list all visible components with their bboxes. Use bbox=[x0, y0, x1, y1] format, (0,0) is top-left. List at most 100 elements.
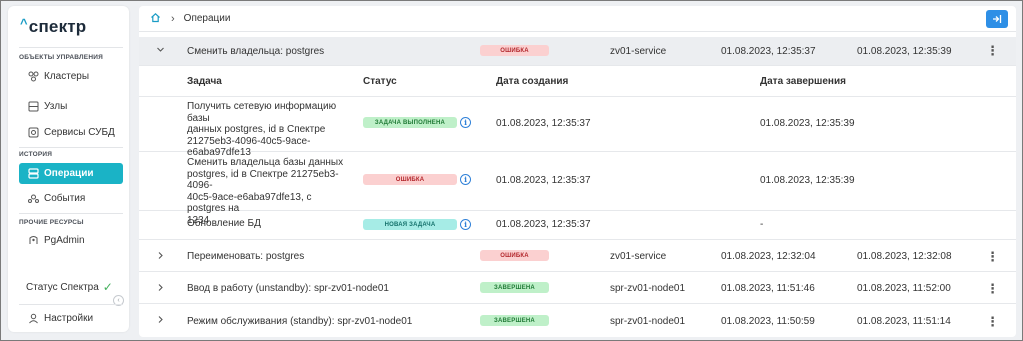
column-header-finished: Дата завершения bbox=[760, 76, 846, 87]
logo-text: спектр bbox=[28, 17, 87, 36]
task-description: Обновление БД bbox=[187, 218, 261, 229]
divider bbox=[19, 213, 123, 214]
task-description: Получить сетевую информацию базы данных … bbox=[187, 101, 349, 159]
status-badge: ОШИБКА bbox=[480, 250, 549, 261]
task-description-line: Получить сетевую информацию базы bbox=[187, 101, 337, 124]
status-badge: ОШИБКА bbox=[480, 45, 549, 56]
logo-caret-icon: ^ bbox=[20, 16, 28, 31]
info-icon[interactable]: i bbox=[460, 219, 471, 230]
app-window: ^спектр ОБЪЕКТЫ УПРАВЛЕНИЯ Кластеры Узлы… bbox=[0, 0, 1023, 341]
sidebar-item-label: Настройки bbox=[44, 313, 94, 324]
info-icon[interactable]: i bbox=[460, 117, 471, 128]
table-row[interactable]: Ввод в работу (unstandby): spr-zv01-node… bbox=[139, 272, 1016, 304]
sidebar-item-label: Сервисы СУБД bbox=[44, 127, 115, 138]
operation-host: spr-zv01-node01 bbox=[610, 316, 686, 327]
status-badge: ОШИБКА bbox=[363, 174, 457, 185]
task-row: Обновление БД НОВАЯ ЗАДАЧА i 01.08.2023,… bbox=[139, 211, 1016, 240]
operation-finished: 01.08.2023, 12:32:08 bbox=[857, 251, 952, 262]
task-row: Сменить владельца базы данных postgres, … bbox=[139, 152, 1016, 226]
task-finished: 01.08.2023, 12:35:39 bbox=[760, 118, 855, 129]
operation-host: spr-zv01-node01 bbox=[610, 283, 686, 294]
operations-icon bbox=[27, 168, 39, 180]
sidebar-item-label: Узлы bbox=[44, 101, 68, 112]
operation-name: Сменить владельца: postgres bbox=[187, 46, 325, 57]
operation-finished: 01.08.2023, 12:35:39 bbox=[857, 46, 952, 57]
nodes-icon bbox=[27, 101, 39, 113]
table-row[interactable]: Переименовать: postgres ОШИБКА zv01-serv… bbox=[139, 241, 1016, 272]
sidebar-item-label: PgAdmin bbox=[44, 235, 85, 246]
task-created: 01.08.2023, 12:35:37 bbox=[496, 118, 591, 129]
sidebar-item-settings[interactable]: Настройки bbox=[19, 308, 123, 329]
operation-finished: 01.08.2023, 11:51:14 bbox=[857, 316, 951, 327]
more-vertical-icon[interactable]: ⋮ bbox=[986, 44, 999, 57]
chevron-right-icon[interactable] bbox=[156, 315, 165, 327]
column-header-created: Дата создания bbox=[496, 76, 569, 87]
sidebar-item-label: События bbox=[44, 193, 86, 204]
section-title-history: ИСТОРИЯ bbox=[19, 151, 53, 158]
task-description-line: данных postgres, id в Спектре bbox=[187, 124, 326, 135]
chevron-left-icon: ‹ bbox=[117, 297, 120, 304]
section-title-other: ПРОЧИЕ РЕСУРСЫ bbox=[19, 219, 84, 226]
chevron-down-icon[interactable] bbox=[156, 45, 165, 57]
status-badge: ЗАВЕРШЕНА bbox=[480, 282, 549, 293]
more-vertical-icon[interactable]: ⋮ bbox=[986, 282, 999, 295]
user-icon bbox=[27, 313, 39, 325]
operation-created: 01.08.2023, 12:35:37 bbox=[721, 46, 816, 57]
status-indicator[interactable]: Статус Спектра ✓ bbox=[26, 280, 113, 294]
table-row[interactable]: Режим обслуживания (standby): spr-zv01-n… bbox=[139, 304, 1016, 337]
sidebar: ^спектр ОБЪЕКТЫ УПРАВЛЕНИЯ Кластеры Узлы… bbox=[8, 6, 129, 332]
sidebar-item-dbms-services[interactable]: Сервисы СУБД bbox=[19, 122, 123, 143]
status-badge: НОВАЯ ЗАДАЧА bbox=[363, 219, 457, 230]
operation-created: 01.08.2023, 11:51:46 bbox=[721, 283, 815, 294]
column-header-status: Статус bbox=[363, 76, 397, 87]
info-icon[interactable]: i bbox=[460, 174, 471, 185]
operation-finished: 01.08.2023, 11:52:00 bbox=[857, 283, 951, 294]
task-description-line: 21275eb3-4096-40c5-9ace- bbox=[187, 135, 311, 147]
operation-name: Ввод в работу (unstandby): spr-zv01-node… bbox=[187, 283, 389, 294]
check-icon: ✓ bbox=[102, 280, 113, 294]
more-vertical-icon[interactable]: ⋮ bbox=[986, 250, 999, 263]
operation-name: Переименовать: postgres bbox=[187, 251, 305, 262]
task-finished: 01.08.2023, 12:35:39 bbox=[760, 175, 855, 186]
sidebar-item-operations[interactable]: Операции bbox=[19, 163, 123, 184]
clusters-icon bbox=[27, 71, 39, 83]
table-row[interactable]: Сменить владельца: postgres ОШИБКА zv01-… bbox=[139, 37, 1016, 66]
chevron-right-icon[interactable] bbox=[156, 283, 165, 295]
section-title-management: ОБЪЕКТЫ УПРАВЛЕНИЯ bbox=[19, 54, 103, 61]
operation-name: Режим обслуживания (standby): spr-zv01-n… bbox=[187, 316, 413, 327]
task-description-line: Сменить владельца базы данных bbox=[187, 157, 344, 168]
operation-created: 01.08.2023, 12:32:04 bbox=[721, 251, 816, 262]
exit-button[interactable] bbox=[986, 10, 1008, 28]
task-row: Получить сетевую информацию базы данных … bbox=[139, 97, 1016, 158]
events-icon bbox=[27, 193, 39, 205]
status-badge: ЗАДАЧА ВЫПОЛНЕНА bbox=[363, 117, 457, 128]
main-panel: › Операции Сменить владельца: postgres О… bbox=[139, 6, 1016, 337]
divider bbox=[19, 47, 123, 48]
sidebar-item-label: Операции bbox=[44, 168, 94, 179]
task-created: 01.08.2023, 12:35:37 bbox=[496, 219, 591, 230]
divider bbox=[19, 147, 123, 148]
subtable-header: Задача Статус Дата создания Дата заверше… bbox=[139, 67, 1016, 97]
operation-host: zv01-service bbox=[610, 46, 667, 57]
breadcrumb: › Операции bbox=[139, 6, 1016, 32]
exit-icon bbox=[993, 15, 1002, 23]
status-badge: ЗАВЕРШЕНА bbox=[480, 315, 549, 326]
sidebar-item-events[interactable]: События bbox=[19, 188, 123, 209]
sidebar-item-clusters[interactable]: Кластеры bbox=[19, 66, 123, 87]
operation-created: 01.08.2023, 11:50:59 bbox=[721, 316, 815, 327]
sidebar-item-pgadmin[interactable]: PgAdmin bbox=[19, 230, 123, 251]
status-label: Статус Спектра bbox=[26, 281, 99, 293]
task-finished: - bbox=[760, 219, 764, 230]
operation-host: zv01-service bbox=[610, 251, 667, 262]
logo[interactable]: ^спектр bbox=[20, 16, 87, 37]
home-icon[interactable] bbox=[150, 12, 161, 26]
chevron-right-icon[interactable] bbox=[156, 251, 165, 263]
task-created: 01.08.2023, 12:35:37 bbox=[496, 175, 591, 186]
divider bbox=[19, 304, 123, 305]
column-header-task: Задача bbox=[187, 76, 222, 87]
chevron-right-icon: › bbox=[171, 12, 175, 25]
task-description-line: postgres, id в Спектре 21275eb3-4096- bbox=[187, 168, 339, 192]
sidebar-item-label: Кластеры bbox=[44, 71, 89, 82]
sidebar-item-nodes[interactable]: Узлы bbox=[19, 96, 123, 117]
more-vertical-icon[interactable]: ⋮ bbox=[986, 315, 999, 328]
